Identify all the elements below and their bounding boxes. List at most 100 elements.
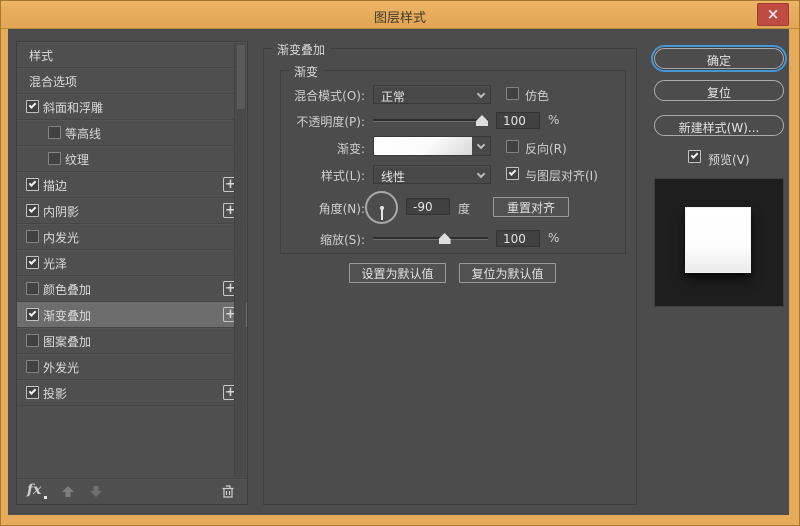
sidebar-item-1[interactable]: 混合选项 [17,68,247,94]
gradient-swatch[interactable] [374,137,473,155]
check-icon [28,309,37,317]
fx-menu-dot-icon [44,496,48,499]
sidebar-item-label: 样式 [29,49,54,63]
effect-enable-checkbox[interactable] [26,360,39,373]
effect-enable-checkbox[interactable] [26,386,39,399]
preview-checkbox[interactable] [688,150,701,163]
effect-enable-checkbox[interactable] [26,230,39,243]
chevron-down-icon [476,89,486,99]
effect-enable-checkbox[interactable] [26,100,39,113]
check-icon [28,101,37,109]
reset-to-default-button[interactable]: 复位为默认值 [459,263,556,283]
scale-slider-thumb[interactable] [438,233,451,244]
scale-unit: % [548,231,560,245]
preview-label: 预览(V) [708,153,750,167]
sidebar-item-6[interactable]: 内阴影 + [17,198,247,224]
layer-style-dialog: 图层样式 × 样式混合选项斜面和浮雕等高线纹理描边 + 内阴影 + 内发光光泽 颜色叠加 +… [0,0,800,526]
align-with-layer-label: 与图层对齐(I) [525,169,598,183]
check-icon [28,387,37,395]
gradient-label: 渐变: [336,142,365,156]
chevron-down-icon [476,169,486,179]
dialog-title: 图层样式 [373,11,426,26]
scale-slider-track [373,237,488,239]
trash-icon [222,485,234,498]
blend-mode-label: 混合模式(O): [294,89,365,103]
effect-enable-checkbox[interactable] [48,126,61,139]
sidebar-item-label: 外发光 [43,361,80,375]
sidebar-item-10[interactable]: 渐变叠加 + [17,302,247,328]
sidebar-item-label: 混合选项 [29,75,78,89]
sidebar-item-5[interactable]: 描边 + [17,172,247,198]
effect-enable-checkbox[interactable] [48,152,61,165]
sidebar-item-9[interactable]: 颜色叠加 + [17,276,247,302]
new-style-button[interactable]: 新建样式(W)... [654,115,784,136]
effect-enable-checkbox[interactable] [26,256,39,269]
align-with-layer-checkbox[interactable] [506,167,519,180]
sidebar-item-13[interactable]: 投影 + [17,380,247,406]
sidebar-item-2[interactable]: 斜面和浮雕 [17,94,247,120]
gradient-picker[interactable] [373,136,491,156]
sidebar-item-8[interactable]: 光泽 [17,250,247,276]
move-effect-down-button[interactable] [89,485,103,501]
close-icon: × [766,5,780,23]
sidebar-item-3[interactable]: 等高线 [17,120,247,146]
effect-enable-checkbox[interactable] [26,204,39,217]
reverse-checkbox[interactable] [506,140,519,153]
style-label: 样式(L): [320,169,365,183]
sidebar-item-label: 颜色叠加 [43,283,92,297]
dialog-content: 样式混合选项斜面和浮雕等高线纹理描边 + 内阴影 + 内发光光泽 颜色叠加 + 渐变叠加 + 图案… [8,29,789,515]
fx-menu-button[interactable]: fx [27,482,48,499]
gradient-dropdown-strip[interactable] [472,137,490,155]
titlebar[interactable]: 图层样式 × [1,1,799,29]
sidebar-item-7[interactable]: 内发光 [17,224,247,250]
chevron-down-icon [476,140,486,150]
sidebar-item-4[interactable]: 纹理 [17,146,247,172]
effect-enable-checkbox[interactable] [26,178,39,191]
gradient-style-select[interactable]: 线性 [373,165,491,184]
sidebar-item-label: 内发光 [43,231,80,245]
reset-alignment-button[interactable]: 重置对齐 [493,197,569,217]
angle-hub-icon [379,205,384,210]
blend-mode-select[interactable]: 正常 [373,85,491,104]
effect-enable-checkbox[interactable] [26,282,39,295]
gradient-group-title: 渐变 [289,63,324,80]
reverse-label: 反向(R) [525,142,567,156]
sidebar-item-0[interactable]: 样式 [17,42,247,68]
angle-unit: 度 [458,202,471,216]
gradient-style-value: 线性 [381,170,406,184]
sidebar-item-label: 渐变叠加 [43,309,92,323]
scale-slider[interactable] [373,233,488,244]
sidebar-item-label: 纹理 [65,153,90,167]
sidebar-item-12[interactable]: 外发光 [17,354,247,380]
opacity-slider-thumb[interactable] [476,115,488,126]
effect-enable-checkbox[interactable] [26,308,39,321]
ok-button[interactable]: 确定 [654,48,784,69]
style-preview-thumbnail [654,178,784,307]
effect-enable-checkbox[interactable] [26,334,39,347]
sidebar-item-11[interactable]: 图案叠加 [17,328,247,354]
sidebar-item-label: 投影 [43,387,68,401]
gradient-overlay-panel: 渐变叠加 渐变 混合模式(O): 正常 仿色 不透明度(P): 100 % 渐变… [263,41,637,505]
angle-dial[interactable] [365,191,398,224]
delete-effect-button[interactable] [221,484,235,502]
sidebar-footer: fx [17,478,247,504]
check-icon [28,257,37,265]
close-button[interactable]: × [757,3,789,26]
scrollbar-thumb[interactable] [237,45,245,109]
fx-icon: fx [27,482,42,498]
sidebar-item-list: 样式混合选项斜面和浮雕等高线纹理描边 + 内阴影 + 内发光光泽 颜色叠加 + 渐变叠加 + 图案… [17,42,247,406]
sidebar-item-label: 等高线 [65,127,102,141]
dither-checkbox[interactable] [506,87,519,100]
angle-label: 角度(N): [318,202,365,216]
opacity-slider[interactable] [373,115,488,126]
sidebar-scrollbar[interactable] [234,43,246,477]
reset-button[interactable]: 复位 [654,80,784,101]
move-effect-up-button[interactable] [61,485,75,501]
opacity-label: 不透明度(P): [296,115,365,129]
sidebar-item-label: 内阴影 [43,205,80,219]
blend-mode-value: 正常 [381,90,406,104]
angle-input[interactable]: -90 [406,198,450,215]
scale-input[interactable]: 100 [496,230,540,247]
opacity-input[interactable]: 100 [496,112,540,129]
set-as-default-button[interactable]: 设置为默认值 [349,263,446,283]
